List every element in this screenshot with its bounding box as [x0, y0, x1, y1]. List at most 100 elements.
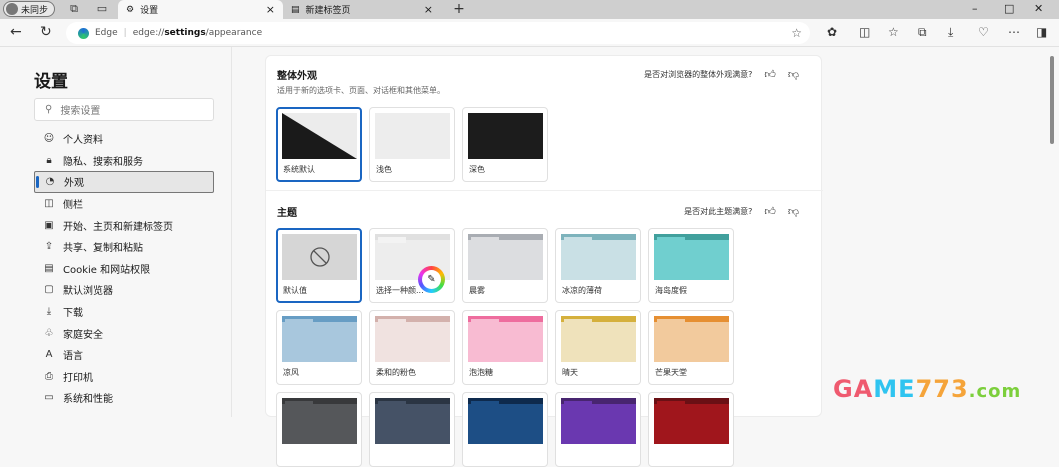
theme-option[interactable]: 选择一种颜... ✎: [369, 228, 455, 303]
tab-actions-icon[interactable]: ▭: [96, 3, 108, 15]
option-label: 冰凉的薄荷: [562, 286, 602, 295]
sidebar-item-icon: ◫: [44, 198, 54, 210]
theme-title: 主题: [277, 208, 297, 219]
sidebar-item-icon: ▢: [44, 284, 54, 296]
appearance-option[interactable]: 浅色: [369, 107, 455, 182]
theme-option[interactable]: 泡泡糖: [462, 310, 548, 385]
sidebar-item[interactable]: ▢ 默认浏览器: [34, 279, 214, 301]
tab-label: 新建标签页: [305, 6, 351, 16]
sidebar-item[interactable]: 🔒︎ 隐私、搜索和服务: [34, 150, 214, 172]
appearance-option[interactable]: 深色: [462, 107, 548, 182]
preview-body: [561, 404, 636, 444]
sidebar-item-label: 系统和性能: [63, 394, 113, 406]
sidebar-item[interactable]: ⇪ 共享、复制和粘贴: [34, 236, 214, 258]
page-icon: ▤: [291, 4, 300, 15]
theme-option[interactable]: [276, 392, 362, 467]
sidebar-item-label: 下载: [63, 308, 83, 320]
watermark: GAME773.com: [833, 375, 1022, 403]
theme-option[interactable]: 芒果天堂: [648, 310, 734, 385]
url-path: settings: [164, 28, 206, 38]
theme-preview: [468, 398, 543, 444]
workspaces-icon[interactable]: ⧉: [68, 3, 80, 15]
search-input[interactable]: ⚲ 搜索设置: [34, 98, 214, 121]
settings-sidebar: 设置 ⚲ 搜索设置 ☺ 个人资料 🔒︎ 隐私、搜索和服务 ◔ 外观 ◫ 侧栏 ▣ 开始、主页和新建标…: [0, 47, 232, 417]
theme-option[interactable]: 凉风: [276, 310, 362, 385]
thumbs-up-icon[interactable]: 👍︎: [764, 205, 776, 218]
preview-tab: [657, 401, 685, 407]
address-bar[interactable]: Edge | edge://settings/appearance ☆: [66, 22, 810, 44]
favorites-icon[interactable]: ☆: [888, 25, 899, 39]
sidebar-item[interactable]: ◫ 侧栏: [34, 193, 214, 215]
sidebar-item[interactable]: ▣ 开始、主页和新建标签页: [34, 214, 214, 236]
preview-body: [654, 404, 729, 444]
appearance-subtitle: 适用于新的选项卡、页面、对话框和其他菜单。: [277, 86, 445, 95]
thumbs-up-icon[interactable]: 👍︎: [764, 68, 776, 81]
tab-new-tab[interactable]: ▤ 新建标签页 ×: [283, 0, 441, 19]
sidebar-item-icon: ⎙: [45, 370, 53, 382]
preview-body: [468, 322, 543, 362]
tab-label: 设置: [140, 6, 159, 16]
theme-option[interactable]: [648, 392, 734, 467]
tab-settings[interactable]: ⚙ 设置 ×: [118, 0, 283, 19]
theme-option[interactable]: 海岛度假: [648, 228, 734, 303]
theme-preview: [561, 316, 636, 362]
thumbs-down-icon[interactable]: 👎︎: [788, 205, 799, 218]
favorite-star-icon[interactable]: ☆: [791, 26, 802, 40]
color-picker-icon[interactable]: ✎: [418, 266, 445, 293]
close-tab-icon[interactable]: ×: [266, 3, 275, 16]
collections-icon[interactable]: ⧉: [918, 25, 927, 40]
back-icon[interactable]: ←: [10, 24, 22, 40]
thumbs-down-icon[interactable]: 👎︎: [788, 68, 799, 81]
preview-tab: [378, 319, 406, 325]
preview-tab: [471, 401, 499, 407]
more-icon[interactable]: ⋯: [1008, 25, 1020, 39]
preview-body: [561, 322, 636, 362]
option-label: 泡泡糖: [469, 368, 493, 377]
sidebar-item[interactable]: ♧ 家庭安全: [34, 322, 214, 344]
browser-essentials-icon[interactable]: ♡: [978, 25, 989, 39]
extensions-icon[interactable]: ✿: [827, 25, 837, 39]
gear-icon: ⚙: [126, 4, 135, 15]
page-title: 设置: [34, 72, 68, 92]
preview-body: [282, 404, 357, 444]
refresh-icon[interactable]: ↻: [40, 24, 52, 40]
split-screen-icon[interactable]: ◫: [859, 25, 870, 39]
theme-option[interactable]: 柔和的粉色: [369, 310, 455, 385]
theme-option[interactable]: [369, 392, 455, 467]
sidebar-item-label: Cookie 和网站权限: [63, 264, 151, 276]
sidebar-item-label: 默认浏览器: [63, 286, 113, 298]
theme-option[interactable]: [555, 392, 641, 467]
close-window-icon[interactable]: ✕: [1034, 2, 1043, 15]
theme-option[interactable]: 冰凉的薄荷: [555, 228, 641, 303]
theme-option[interactable]: 默认值: [276, 228, 362, 303]
sidebar-item[interactable]: ☺ 个人资料: [34, 128, 214, 150]
downloads-icon[interactable]: ⤓: [948, 25, 953, 40]
divider: [266, 190, 823, 191]
minimize-icon[interactable]: –: [972, 2, 978, 15]
theme-option[interactable]: 晨雾: [462, 228, 548, 303]
theme-option[interactable]: 晴天: [555, 310, 641, 385]
sidebar-item-icon: 🔒︎: [46, 154, 52, 166]
sidebar-item-icon: ⤓: [46, 306, 52, 318]
sidebar-toggle-icon[interactable]: ◨: [1036, 25, 1047, 39]
sidebar-item[interactable]: ⎙ 打印机: [34, 366, 214, 388]
sidebar-item[interactable]: ⤓ 下载: [34, 301, 214, 323]
option-label: 晨雾: [469, 286, 485, 295]
maximize-icon[interactable]: □: [1004, 2, 1014, 15]
sidebar-item-label: 语言: [63, 351, 83, 363]
theme-preview: [468, 234, 543, 280]
url-prefix: edge://: [132, 28, 165, 38]
sidebar-item[interactable]: ◔ 外观: [34, 171, 214, 193]
preview-tab: [378, 401, 406, 407]
preview-body: [468, 240, 543, 280]
new-tab-button[interactable]: +: [453, 2, 465, 16]
theme-option[interactable]: [462, 392, 548, 467]
sidebar-item[interactable]: ▤ Cookie 和网站权限: [34, 258, 214, 280]
theme-preview: [561, 234, 636, 280]
sidebar-item[interactable]: ▭ 系统和性能: [34, 387, 214, 409]
close-tab-icon[interactable]: ×: [424, 3, 433, 16]
appearance-option[interactable]: 系统默认: [276, 107, 362, 182]
scrollbar[interactable]: [1050, 56, 1054, 144]
sidebar-item[interactable]: A 语言: [34, 344, 214, 366]
profile-button[interactable]: 未同步: [3, 1, 55, 17]
